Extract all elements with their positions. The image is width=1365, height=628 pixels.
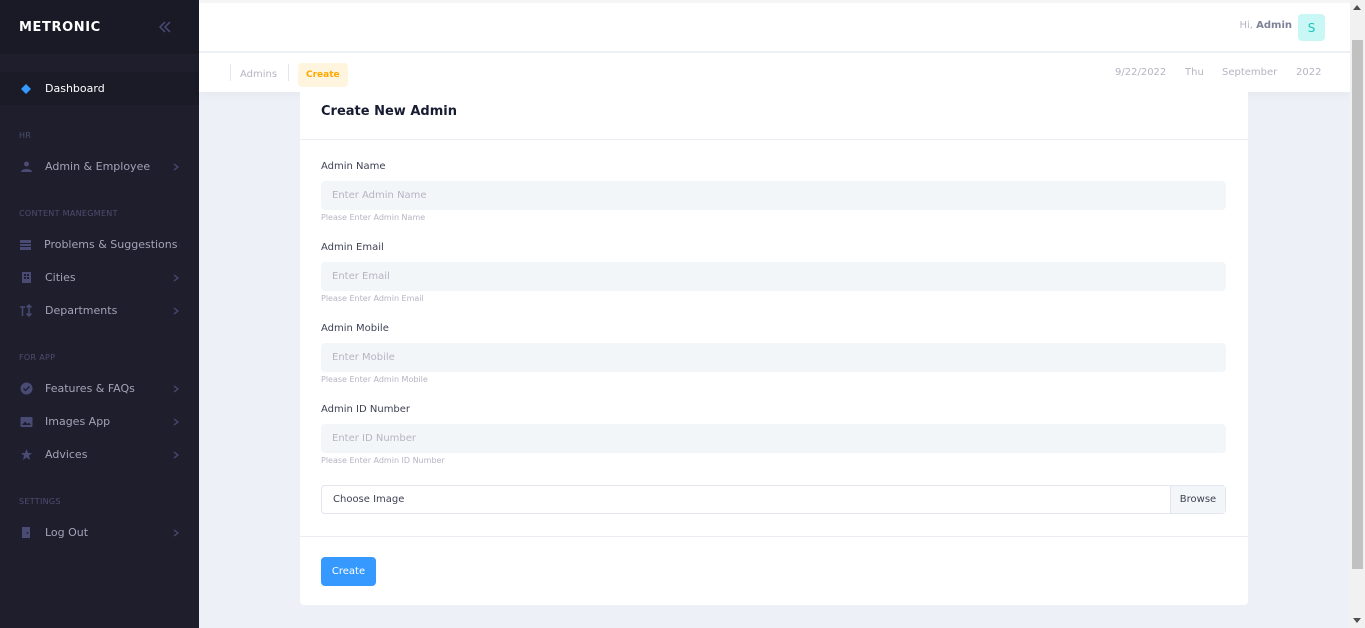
sidebar-item-label: Cities [45, 271, 76, 284]
chevron-right-icon [173, 529, 179, 536]
sidebar-item-problems[interactable]: Problems & Suggestions [0, 228, 199, 261]
admin-email-label: Admin Email [321, 242, 384, 253]
sidebar-item-label: Features & FAQs [45, 382, 135, 395]
sidebar-item-logout[interactable]: Log Out [0, 516, 199, 549]
brand-logo[interactable]: METRONIC [19, 20, 101, 35]
section-title-app: FOR APP [19, 353, 56, 362]
layers-icon [19, 238, 32, 252]
day-text: Thu [1185, 67, 1204, 78]
scrollbar[interactable] [1350, 0, 1365, 628]
chevron-right-icon [173, 418, 179, 425]
user-greeting[interactable]: Hi, Admin [1239, 20, 1292, 31]
collapse-icon[interactable] [158, 20, 172, 34]
admin-id-input[interactable] [321, 424, 1226, 453]
sidebar-item-dashboard[interactable]: Dashboard [0, 72, 199, 105]
card-title: Create New Admin [321, 104, 457, 119]
crumb-divider [288, 64, 289, 81]
image-file-input[interactable]: Choose Image Browse [321, 485, 1226, 514]
admin-mobile-input[interactable] [321, 343, 1226, 372]
admin-mobile-label: Admin Mobile [321, 323, 389, 334]
crumb-divider [230, 64, 231, 81]
browse-button[interactable]: Browse [1170, 486, 1225, 513]
avatar[interactable]: S [1298, 14, 1325, 41]
chevron-right-icon [173, 274, 179, 281]
scroll-up-arrow-icon[interactable] [1353, 5, 1361, 10]
top-header: Hi, Admin S [199, 3, 1350, 52]
user-name: Admin [1256, 20, 1292, 31]
month-text: September [1222, 67, 1278, 78]
sidebar: METRONIC Dashboard HR Admin & Employee C… [0, 0, 199, 628]
sidebar-item-images[interactable]: Images App [0, 405, 199, 438]
admin-id-hint: Please Enter Admin ID Number [321, 456, 445, 465]
sidebar-item-label: Admin & Employee [45, 160, 151, 173]
sidebar-item-features[interactable]: Features & FAQs [0, 372, 199, 405]
sidebar-item-label: Dashboard [45, 82, 105, 95]
star-icon [19, 448, 33, 462]
sidebar-item-label: Advices [45, 448, 88, 461]
breadcrumb-create[interactable]: Create [298, 63, 348, 87]
admin-name-input[interactable] [321, 181, 1226, 210]
image-icon [19, 415, 33, 429]
sidebar-item-label: Images App [45, 415, 111, 428]
chevron-right-icon [173, 451, 179, 458]
create-admin-card: Create New Admin Admin Name Please Enter… [300, 92, 1248, 605]
sidebar-item-cities[interactable]: Cities [0, 261, 199, 294]
chevron-right-icon [173, 385, 179, 392]
greeting-text: Hi, [1239, 20, 1253, 31]
sidebar-item-departments[interactable]: Departments [0, 294, 199, 327]
section-title-settings: SETTINGS [19, 497, 61, 506]
create-button[interactable]: Create [321, 557, 376, 586]
sidebar-item-label: Problems & Suggestions [44, 238, 178, 251]
chevron-right-icon [178, 243, 180, 246]
subheader: Admins Create 9/22/2022 Thu September 20… [199, 53, 1350, 92]
card-footer-divider [300, 536, 1248, 537]
sidebar-item-label: Log Out [45, 526, 89, 539]
admin-mobile-hint: Please Enter Admin Mobile [321, 375, 428, 384]
sidebar-item-label: Departments [45, 304, 118, 317]
scroll-down-arrow-icon[interactable] [1353, 618, 1361, 623]
admin-id-label: Admin ID Number [321, 404, 411, 415]
admin-name-hint: Please Enter Admin Name [321, 213, 426, 222]
file-input-label[interactable]: Choose Image [322, 486, 1170, 513]
sidebar-item-admin-employee[interactable]: Admin & Employee [0, 150, 199, 183]
sidebar-item-advices[interactable]: Advices [0, 438, 199, 471]
chevron-right-icon [173, 307, 179, 314]
admin-name-label: Admin Name [321, 161, 386, 172]
chevron-right-icon [173, 163, 179, 170]
card-header-divider [300, 139, 1248, 140]
year-text: 2022 [1296, 67, 1322, 78]
date-text: 9/22/2022 [1115, 67, 1167, 78]
user-icon [19, 160, 33, 174]
check-circle-icon [19, 382, 33, 396]
admin-email-hint: Please Enter Admin Email [321, 294, 424, 303]
building-icon [19, 271, 33, 285]
door-icon [19, 526, 33, 540]
breadcrumb-admins[interactable]: Admins [240, 69, 277, 80]
section-title-content: CONTENT MANEGMENT [19, 209, 118, 218]
dashboard-icon [19, 82, 33, 96]
sort-icon [19, 304, 33, 318]
admin-email-input[interactable] [321, 262, 1226, 291]
scroll-thumb[interactable] [1352, 40, 1363, 569]
brand-bar: METRONIC [0, 0, 199, 54]
section-title-hr: HR [19, 131, 32, 140]
